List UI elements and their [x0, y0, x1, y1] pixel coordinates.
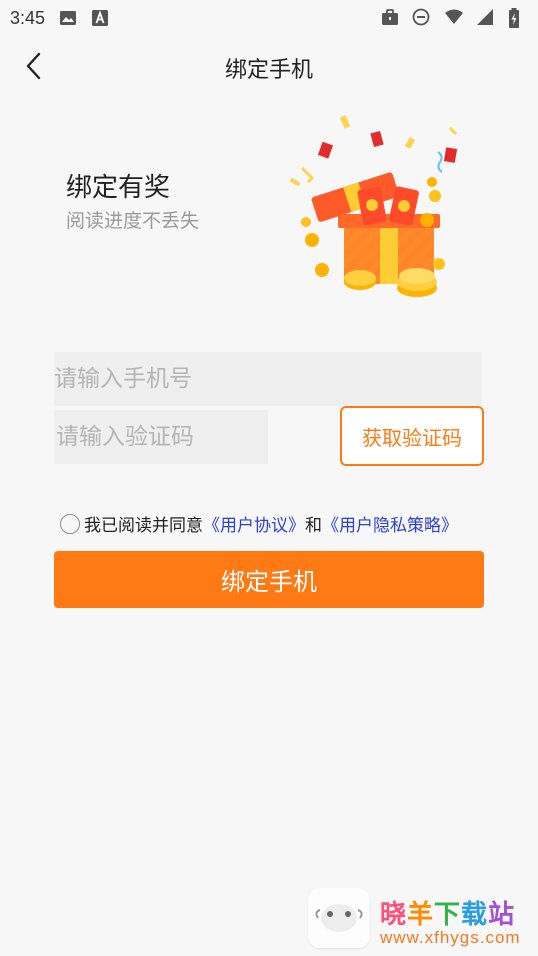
- watermark-name: 晓羊下载站: [380, 900, 516, 930]
- phone-input[interactable]: [54, 352, 482, 406]
- watermark: 晓羊下载站 www.xfhygs.com: [308, 888, 538, 954]
- verification-code-input[interactable]: [54, 410, 268, 464]
- dnd-icon: [412, 8, 430, 26]
- signal-icon: [476, 8, 494, 26]
- agreement-row: 我已阅读并同意 《用户协议》 和 《用户隐私策略》: [60, 511, 458, 536]
- briefcase-icon: [380, 8, 398, 26]
- status-time: 3:45: [10, 7, 46, 28]
- back-button[interactable]: [18, 50, 50, 86]
- page-title: 绑定手机: [224, 58, 313, 83]
- agreement-prefix: 我已阅读并同意: [84, 516, 203, 536]
- wifi-icon: [444, 8, 463, 26]
- image-icon: [59, 9, 77, 27]
- text-a-icon: [91, 9, 109, 27]
- promo-title: 绑定有奖: [66, 173, 171, 203]
- battery-charging-icon: [508, 8, 526, 28]
- user-agreement-link[interactable]: 《用户协议》: [203, 511, 305, 536]
- bind-phone-button[interactable]: 绑定手机: [54, 551, 484, 608]
- get-code-button[interactable]: 获取验证码: [340, 406, 484, 466]
- agreement-checkbox[interactable]: [60, 513, 80, 534]
- chevron-left-icon: [24, 51, 44, 85]
- app-bar: 绑定手机: [0, 40, 538, 96]
- gift-box-coins-illustration: [282, 110, 467, 305]
- sheep-logo-icon: [308, 888, 370, 948]
- agreement-conjunction: 和: [305, 516, 322, 536]
- privacy-policy-link[interactable]: 《用户隐私策略》: [322, 511, 458, 536]
- promo-subtitle: 阅读进度不丢失: [66, 210, 200, 232]
- watermark-url: www.xfhygs.com: [380, 928, 521, 947]
- status-bar: 3:45: [0, 0, 538, 36]
- promo-block: 绑定有奖 阅读进度不丢失: [66, 172, 199, 233]
